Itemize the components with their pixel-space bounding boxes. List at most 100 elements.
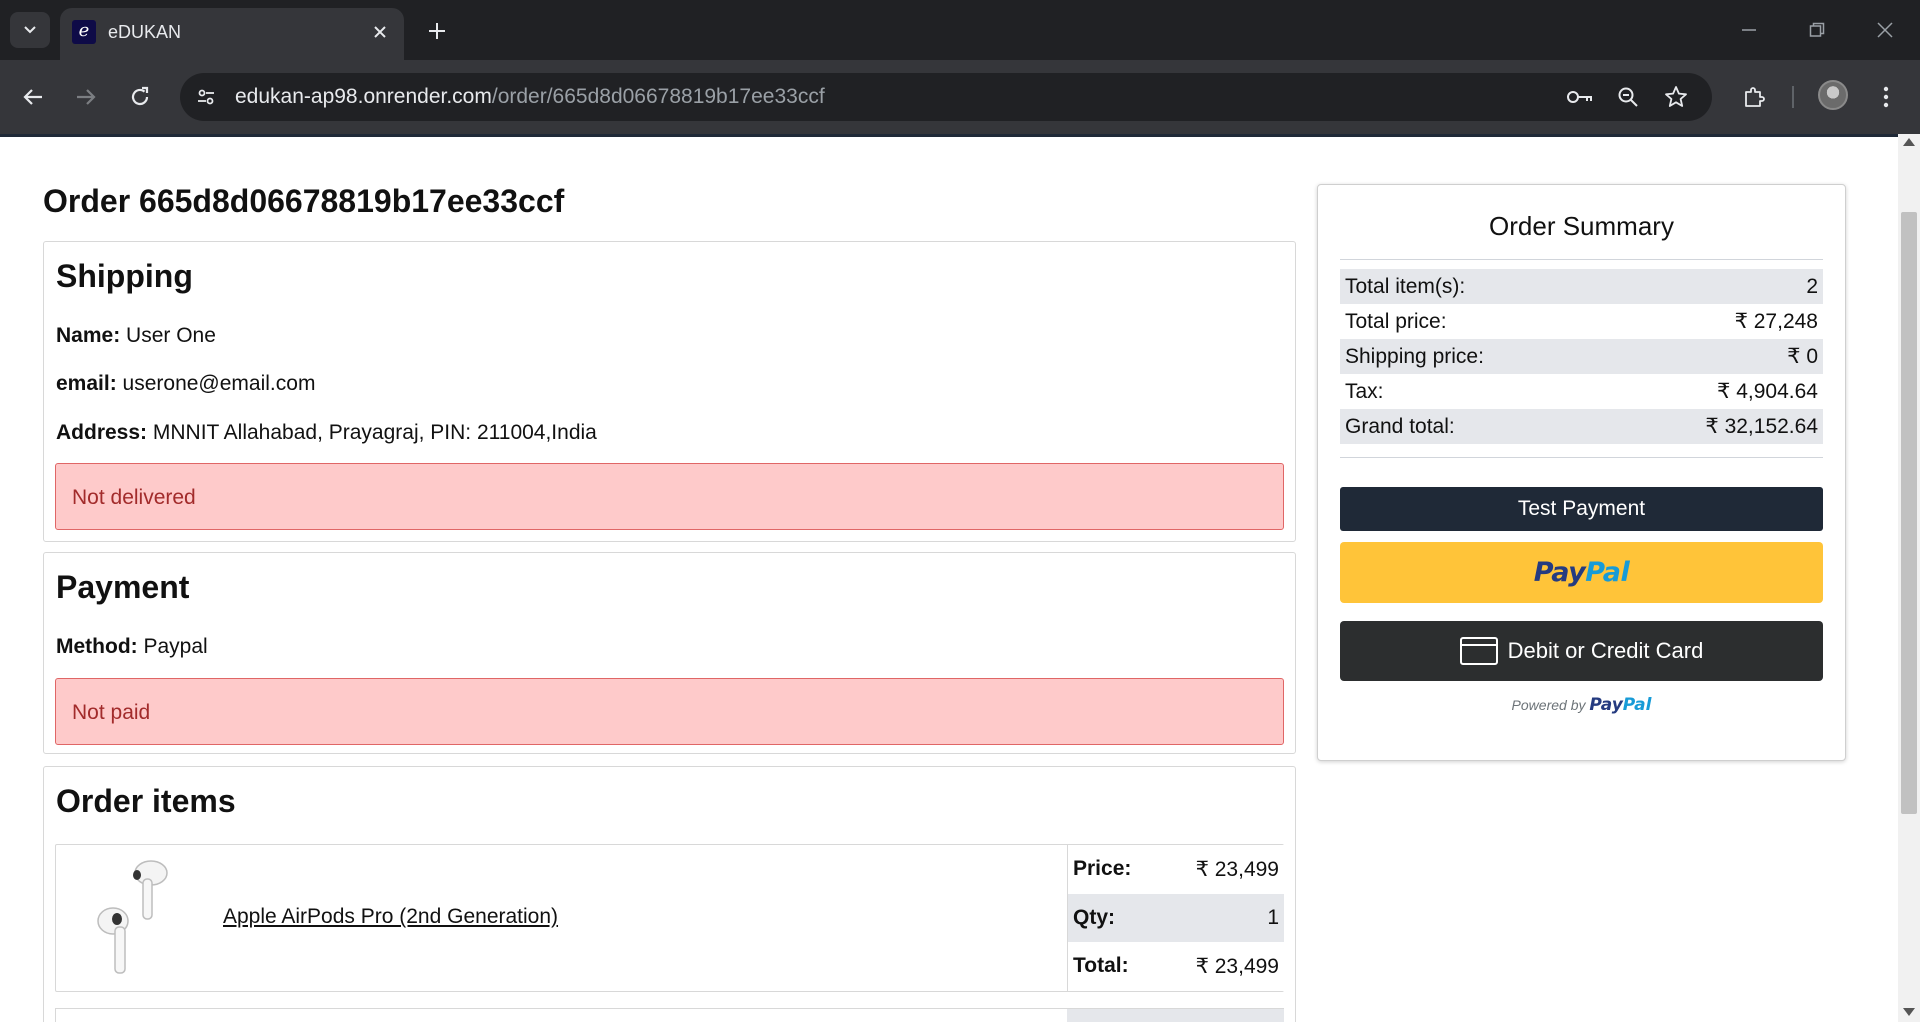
name-label: Name: (56, 324, 121, 347)
list-item (55, 1008, 1284, 1022)
paypal-logo-part: Pay (1533, 557, 1586, 588)
summary-table: Total item(s): 2 Total price: ₹ 27,248 Shi… (1340, 269, 1823, 444)
avatar[interactable] (1818, 80, 1848, 110)
page-title: Order 665d8d06678819b17ee33ccf (43, 183, 565, 219)
summary-value: 2 (1806, 274, 1818, 298)
summary-row-tax: Tax: ₹ 4,904.64 (1340, 374, 1823, 409)
shipping-email: email: userone@email.com (56, 372, 315, 396)
name-value: User One (126, 324, 216, 347)
kebab-menu-icon[interactable] (1866, 77, 1906, 117)
item-price-row: Price: ₹ 23,499 (1067, 845, 1284, 894)
close-icon[interactable] (366, 18, 394, 46)
minimize-icon[interactable] (1726, 12, 1772, 48)
zoom-icon[interactable] (1612, 81, 1644, 113)
site-favicon: e (72, 20, 96, 44)
key-icon[interactable] (1564, 81, 1596, 113)
email-value: userone@email.com (122, 372, 316, 395)
price-label: Price: (1073, 857, 1132, 881)
paypal-logo-part: Pal (1585, 557, 1630, 588)
powered-by-text: Powered by (1511, 697, 1586, 713)
tab-title: eDUKAN (108, 22, 182, 42)
browser-tab[interactable]: e eDUKAN (60, 8, 404, 60)
total-label: Total: (1073, 954, 1129, 978)
test-payment-button[interactable]: Test Payment (1340, 487, 1823, 531)
order-items-heading: Order items (56, 783, 236, 819)
back-arrow-icon[interactable] (13, 77, 53, 117)
page-content: Order 665d8d06678819b17ee33ccf Shipping … (0, 134, 1898, 1022)
scroll-down-arrow-icon[interactable] (1903, 1008, 1915, 1016)
paypal-logo: PayPal (1534, 557, 1630, 588)
browser-tab-strip: e eDUKAN (0, 0, 1920, 60)
summary-row-grand-total: Grand total: ₹ 32,152.64 (1340, 409, 1823, 444)
shipping-address: Address: MNNIT Allahabad, Prayagraj, PIN… (56, 421, 597, 445)
powered-by-paypal: Powered by PayPal (1318, 695, 1845, 715)
method-value: Paypal (143, 635, 208, 658)
summary-label: Shipping price: (1345, 344, 1484, 368)
delivery-status-alert: Not delivered (55, 463, 1284, 530)
restore-icon[interactable] (1794, 12, 1840, 48)
paypal-logo-part: Pay (1589, 695, 1623, 715)
total-value: ₹ 23,499 (1195, 954, 1279, 978)
payment-heading: Payment (56, 569, 190, 605)
summary-value: ₹ 27,248 (1734, 310, 1818, 333)
reload-icon[interactable] (120, 77, 160, 117)
order-items-card: Order items Apple AirPods Pro (2nd Gener… (43, 766, 1296, 1022)
method-label: Method: (56, 635, 138, 658)
summary-row-shipping: Shipping price: ₹ 0 (1340, 339, 1823, 374)
payment-card: Payment Method: Paypal Not paid (43, 552, 1296, 754)
star-icon[interactable] (1660, 81, 1692, 113)
tab-search-icon[interactable] (10, 12, 50, 48)
browser-toolbar: edukan-ap98.onrender.com/order/665d8d066… (0, 60, 1920, 134)
item-price-table (1067, 1009, 1284, 1022)
qty-value: 1 (1267, 905, 1279, 929)
paypal-logo-part: Pal (1622, 695, 1652, 715)
extensions-icon[interactable] (1734, 77, 1774, 117)
item-price-table: Price: ₹ 23,499 Qty: 1 Total: ₹ 23,499 (1067, 845, 1284, 991)
summary-label: Tax: (1345, 379, 1384, 403)
product-image (97, 860, 168, 974)
shipping-name: Name: User One (56, 324, 216, 348)
summary-row-items: Total item(s): 2 (1340, 269, 1823, 304)
payment-status-alert: Not paid (55, 678, 1284, 745)
toolbar-divider (1792, 86, 1794, 108)
payment-method: Method: Paypal (56, 635, 208, 659)
shipping-card: Shipping Name: User One email: userone@e… (43, 241, 1296, 542)
card-button-label: Debit or Credit Card (1507, 638, 1704, 663)
item-qty-row: Qty: 1 (1067, 893, 1284, 943)
close-window-icon[interactable] (1862, 12, 1908, 48)
shipping-heading: Shipping (56, 258, 193, 294)
email-label: email: (56, 372, 117, 395)
paypal-small-logo: PayPal (1589, 695, 1651, 715)
credit-card-icon (1459, 637, 1498, 665)
summary-row-total-price: Total price: ₹ 27,248 (1340, 304, 1823, 339)
forward-arrow-icon[interactable] (66, 77, 106, 117)
url-path: /order/665d8d06678819b17ee33ccf (491, 85, 825, 108)
page-scrollbar[interactable] (1898, 134, 1920, 1022)
order-summary-card: Order Summary Total item(s): 2 Total pric… (1317, 184, 1846, 761)
item-total-row: Total: ₹ 23,499 (1067, 942, 1284, 991)
paypal-button[interactable]: PayPal (1340, 542, 1823, 603)
divider (1340, 457, 1823, 458)
site-info-icon[interactable] (190, 81, 222, 113)
summary-label: Total price: (1345, 309, 1447, 333)
list-item: Apple AirPods Pro (2nd Generation) Price… (55, 844, 1284, 992)
url-domain: edukan-ap98.onrender.com (235, 85, 492, 108)
summary-label: Grand total: (1345, 414, 1455, 438)
summary-value: ₹ 4,904.64 (1717, 380, 1818, 403)
summary-value: ₹ 32,152.64 (1705, 415, 1818, 438)
debit-credit-card-button[interactable]: Debit or Credit Card (1340, 621, 1823, 681)
divider (1340, 259, 1823, 260)
scroll-up-arrow-icon[interactable] (1903, 138, 1915, 146)
qty-label: Qty: (1073, 905, 1115, 929)
address-bar[interactable]: edukan-ap98.onrender.com/order/665d8d066… (180, 73, 1712, 121)
plus-icon[interactable] (420, 14, 454, 48)
address-value: MNNIT Allahabad, Prayagraj, PIN: 211004,… (152, 421, 597, 444)
url-text[interactable]: edukan-ap98.onrender.com/order/665d8d066… (235, 85, 825, 109)
summary-heading: Order Summary (1489, 211, 1674, 241)
price-value: ₹ 23,499 (1195, 857, 1279, 881)
address-label: Address: (56, 421, 148, 444)
product-link[interactable]: Apple AirPods Pro (2nd Generation) (223, 905, 558, 929)
scrollbar-thumb[interactable] (1901, 212, 1917, 814)
summary-label: Total item(s): (1345, 274, 1466, 298)
summary-value: ₹ 0 (1787, 345, 1818, 368)
